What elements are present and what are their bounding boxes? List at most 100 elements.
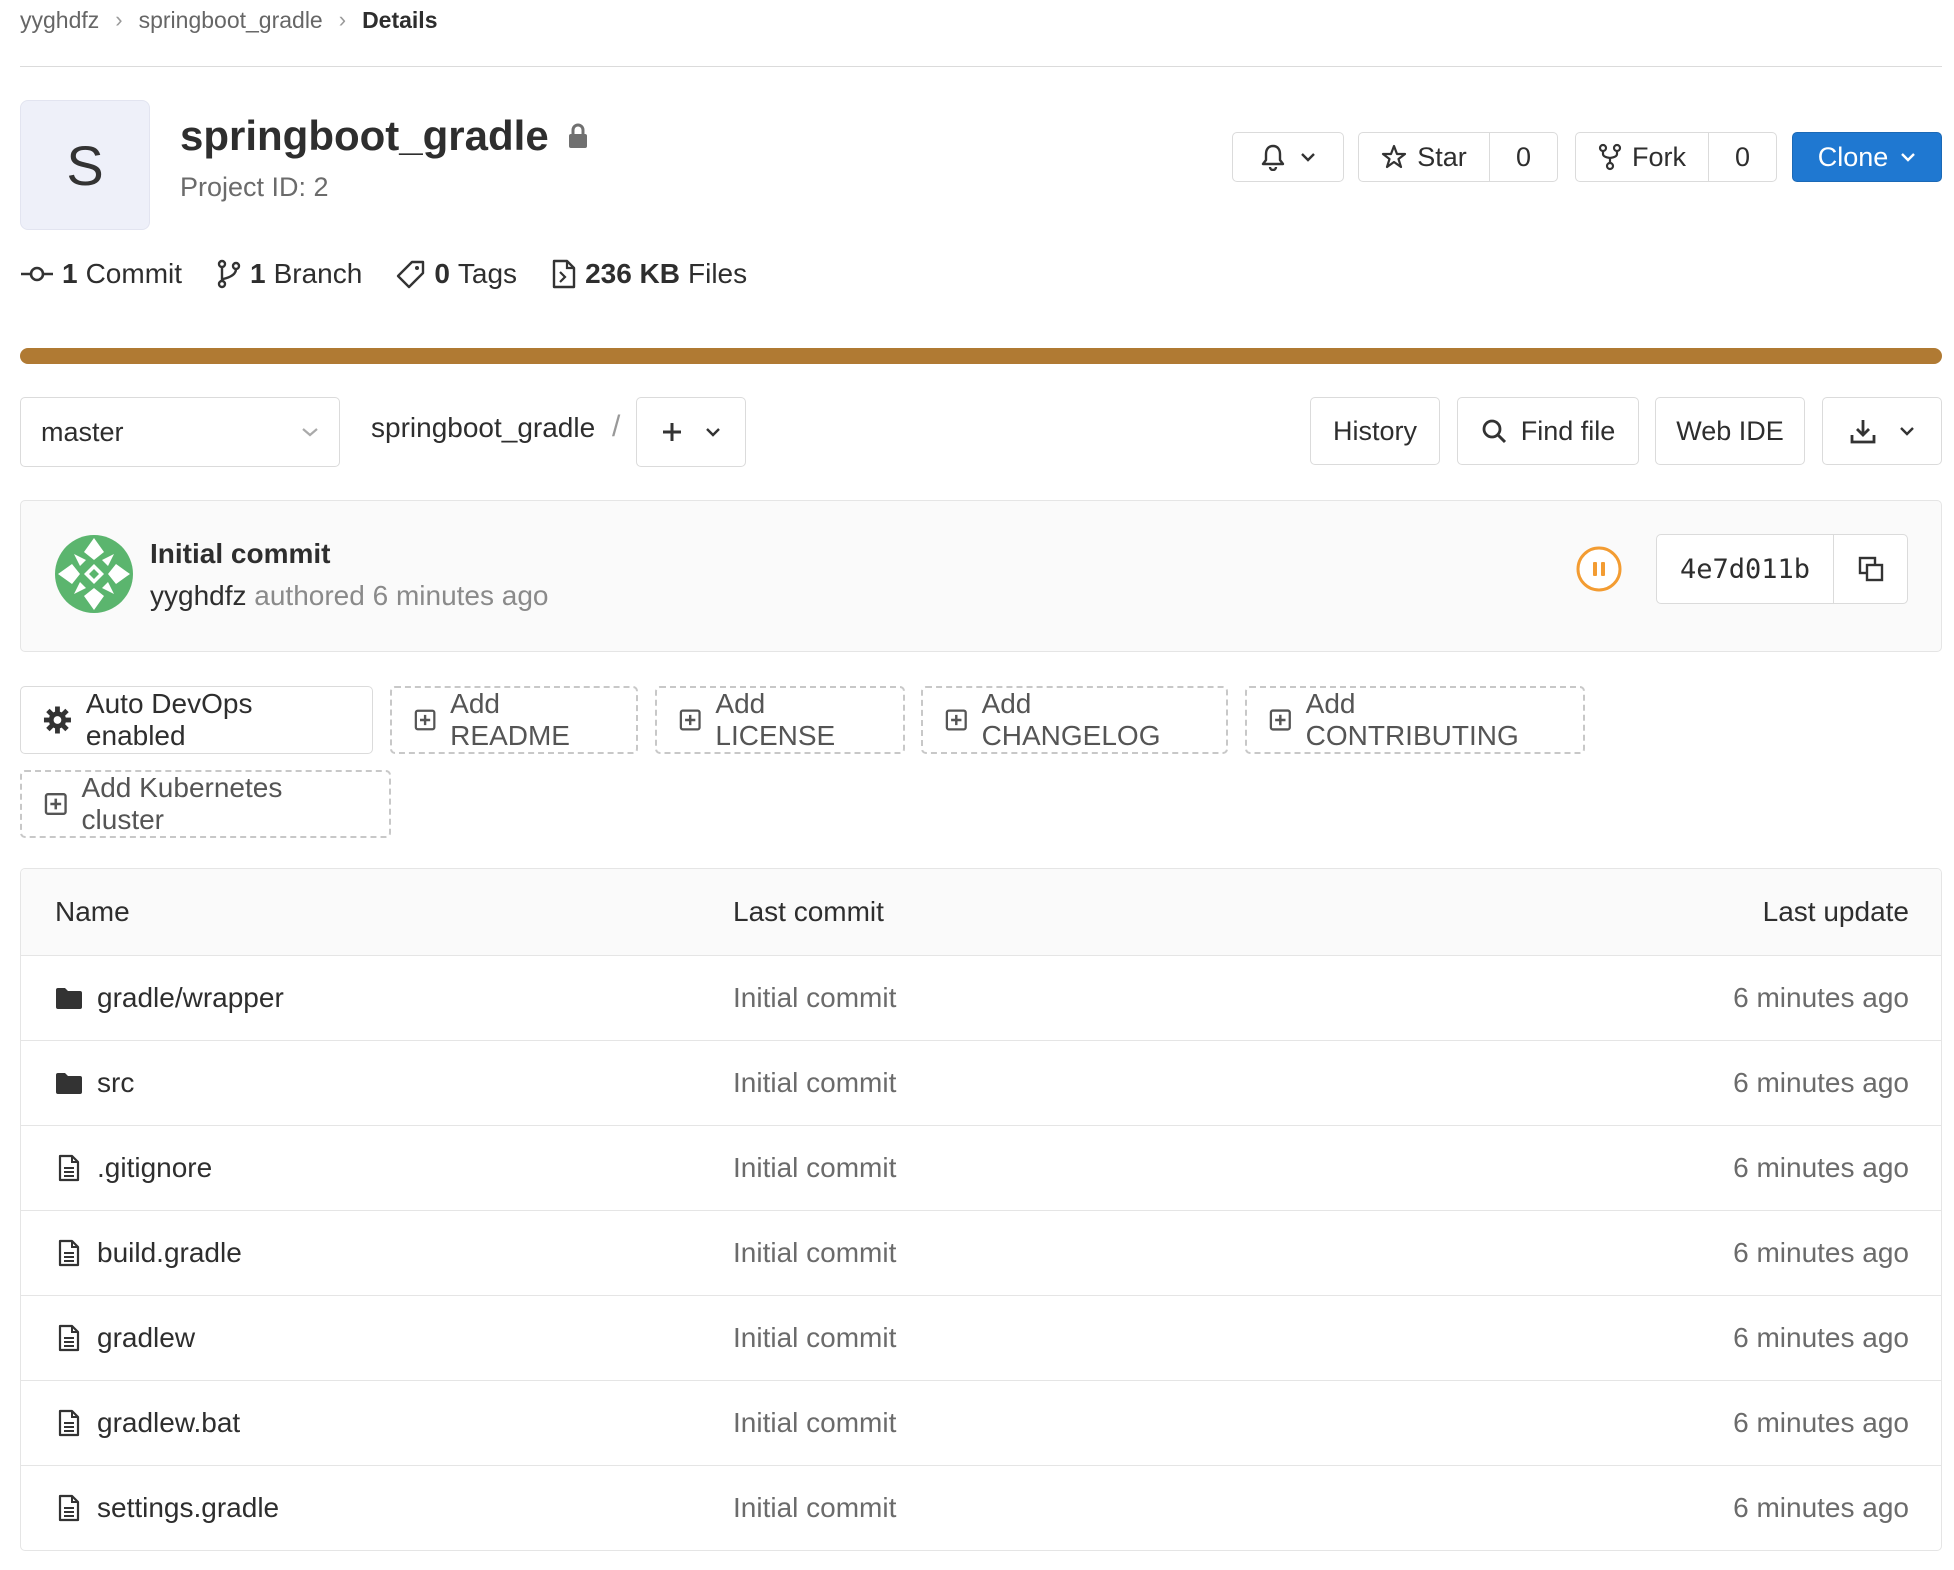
add-to-tree-dropdown[interactable] [636,397,746,467]
clone-button[interactable]: Clone [1792,132,1942,182]
find-file-label: Find file [1520,415,1616,446]
repository-languages-bar[interactable] [20,348,1942,364]
table-row[interactable]: .gitignore Initial commit 6 minutes ago [21,1126,1941,1211]
file-name-cell[interactable]: .gitignore [21,1152,733,1184]
chevron-down-icon [1900,427,1914,436]
history-button[interactable]: History [1310,397,1440,465]
project-title: springboot_gradle [180,112,589,160]
table-row[interactable]: gradlew Initial commit 6 minutes ago [21,1296,1941,1381]
add-kubernetes-label: Add Kubernetes cluster [81,772,283,835]
file-name[interactable]: settings.gradle [97,1492,279,1524]
files-stat[interactable]: 236 KB Files [551,258,747,290]
tags-label: Tags [457,258,518,289]
file-icon [58,1494,80,1522]
file-name-cell[interactable]: gradlew [21,1322,733,1354]
pipeline-paused-icon[interactable] [1575,545,1623,593]
add-changelog-button[interactable]: Add CHANGELOG [921,686,1228,754]
notification-dropdown[interactable] [1232,132,1344,182]
star-count[interactable]: 0 [1489,133,1557,181]
commit-meta: yyghdfz authored 6 minutes ago [150,580,549,612]
search-icon [1482,419,1506,444]
file-archive-icon [552,259,576,289]
gear-icon [43,706,71,734]
project-name: springboot_gradle [180,112,549,159]
commits-stat[interactable]: 1 Commit [20,258,182,290]
table-row[interactable]: gradlew.bat Initial commit 6 minutes ago [21,1381,1941,1466]
commit-icon [21,266,53,282]
add-contributing-button[interactable]: Add CONTRIBUTING [1245,686,1585,754]
last-commit-cell[interactable]: Initial commit [733,1322,1541,1354]
add-kubernetes-cluster-button[interactable]: Add Kubernetes cluster [20,770,391,838]
file-icon [58,1239,80,1267]
file-name-cell[interactable]: src [21,1067,733,1099]
file-name[interactable]: gradle/wrapper [97,982,284,1014]
file-name[interactable]: build.gradle [97,1237,242,1269]
branch-select[interactable]: master [20,397,340,467]
commits-count: 1 [62,258,78,289]
chevron-down-icon [1301,153,1315,162]
plus-square-icon [945,709,967,731]
table-row[interactable]: gradle/wrapper Initial commit 6 minutes ag… [21,956,1941,1041]
copy-sha-button[interactable] [1833,535,1907,603]
add-license-button[interactable]: Add LICENSE [655,686,905,754]
file-name[interactable]: gradlew.bat [97,1407,240,1439]
chevron-right-icon: › [115,7,123,32]
last-commit-cell[interactable]: Initial commit [733,1152,1541,1184]
last-update-cell: 6 minutes ago [1733,1492,1909,1523]
find-file-button[interactable]: Find file [1457,397,1639,465]
last-update-cell: 6 minutes ago [1733,1407,1909,1438]
add-readme-button[interactable]: Add README [390,686,638,754]
breadcrumb-current[interactable]: Details [362,7,437,34]
breadcrumb: yyghdfz › springboot_gradle › Details [20,0,438,40]
file-name[interactable]: gradlew [97,1322,195,1354]
chevron-right-icon: › [338,7,347,32]
file-name[interactable]: .gitignore [97,1152,212,1184]
last-commit-cell[interactable]: Initial commit [733,1407,1541,1439]
table-row[interactable]: src Initial commit 6 minutes ago [21,1041,1941,1126]
last-commit-cell[interactable]: Initial commit [733,1237,1541,1269]
auto-devops-button[interactable]: Auto DevOps enabled [20,686,373,754]
clone-label: Clone [1817,141,1889,172]
web-ide-button[interactable]: Web IDE [1655,397,1805,465]
last-commit-cell[interactable]: Initial commit [733,1492,1541,1524]
table-row[interactable]: build.gradle Initial commit 6 minutes ago [21,1211,1941,1296]
download-icon [1850,420,1876,444]
breadcrumb-namespace[interactable]: yyghdfz [20,7,99,34]
commit-sha-group: 4e7d011b [1656,534,1908,604]
project-avatar: S [20,100,150,230]
add-contributing-label: Add CONTRIBUTING [1305,688,1519,751]
last-update-cell: 6 minutes ago [1733,1152,1909,1183]
tags-count: 0 [434,258,450,289]
repo-path-link[interactable]: springboot_gradle [371,412,595,444]
file-name-cell[interactable]: gradle/wrapper [21,982,733,1014]
column-header-last-update: Last update [1762,896,1909,927]
table-row[interactable]: settings.gradle Initial commit 6 minutes a… [21,1466,1941,1550]
fork-count[interactable]: 0 [1708,133,1776,181]
last-commit-cell[interactable]: Initial commit [733,982,1541,1014]
star-button[interactable]: Star [1359,133,1489,181]
column-header-name: Name [55,896,130,927]
tags-stat[interactable]: 0 Tags [396,258,517,290]
project-id: Project ID: 2 [180,172,329,202]
last-commit-cell[interactable]: Initial commit [733,1067,1541,1099]
bell-icon [1261,144,1285,171]
fork-button[interactable]: Fork [1576,133,1708,181]
breadcrumb-project[interactable]: springboot_gradle [139,7,323,34]
branches-label: Branch [273,258,363,289]
file-name[interactable]: src [97,1067,134,1099]
branches-stat[interactable]: 1 Branch [216,258,362,290]
commit-author-link[interactable]: yyghdfz [150,580,247,611]
project-avatar-letter: S [66,133,104,197]
files-label: Files [688,258,748,289]
add-license-label: Add LICENSE [715,688,836,751]
web-ide-label: Web IDE [1676,415,1784,446]
branches-count: 1 [250,258,266,289]
file-name-cell[interactable]: gradlew.bat [21,1407,733,1439]
author-avatar[interactable] [54,534,134,614]
project-stats: 1 Commit 1 Branch 0 Tags 236 KB Files [20,258,781,290]
download-dropdown[interactable] [1822,397,1942,465]
file-name-cell[interactable]: settings.gradle [21,1492,733,1524]
file-name-cell[interactable]: build.gradle [21,1237,733,1269]
commit-title-link[interactable]: Initial commit [150,538,330,570]
commit-sha[interactable]: 4e7d011b [1657,535,1833,603]
